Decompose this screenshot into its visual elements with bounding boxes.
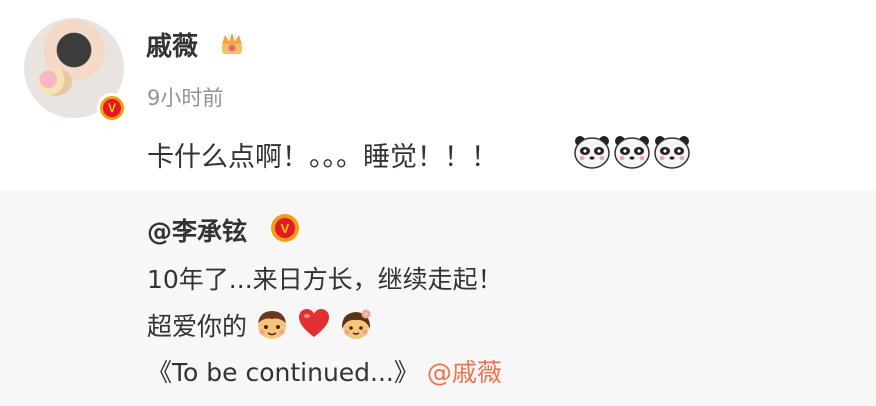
repost-line-3-text: 《To be continued...》	[147, 358, 419, 387]
girl-emoji	[341, 309, 371, 339]
repost-line-2-text: 超爱你的	[147, 312, 248, 341]
crown-icon[interactable]	[218, 30, 246, 58]
verified-mark: V	[275, 218, 295, 238]
repost-line-3: 《To be continued...》 @戚薇	[147, 353, 502, 389]
panda-emoji	[654, 136, 690, 169]
boy-emoji	[257, 311, 286, 339]
repost-author[interactable]: @李承铉	[147, 212, 247, 248]
emoji-group	[573, 134, 691, 170]
heart-emoji	[298, 309, 329, 337]
verified-badge-icon: V	[271, 214, 299, 242]
bouquet-graphic	[38, 68, 72, 96]
repost-line-2: 超爱你的	[147, 307, 373, 343]
mention-link[interactable]: @戚薇	[427, 358, 502, 387]
panda-emoji	[574, 136, 610, 169]
weibo-post: V 戚薇 9小时前 卡什么点啊！。。。睡觉！！！	[0, 0, 876, 190]
reposted-content[interactable]: @李承铉 V 10年了...来日方长，继续走起！ 超爱你的 《To be con…	[0, 190, 876, 406]
post-username[interactable]: 戚薇	[146, 26, 198, 63]
verified-badge-icon: V	[97, 93, 127, 123]
post-text: 卡什么点啊！。。。睡觉！！！	[147, 142, 498, 173]
verified-mark: V	[103, 99, 121, 117]
panda-emoji	[614, 136, 650, 169]
repost-line-1: 10年了...来日方长，继续走起！	[147, 265, 503, 294]
post-timestamp[interactable]: 9小时前	[147, 82, 223, 112]
